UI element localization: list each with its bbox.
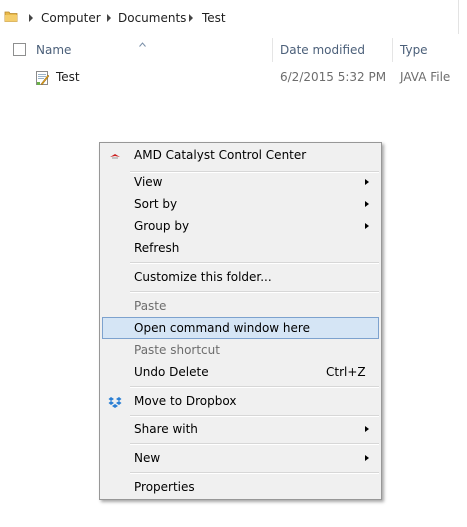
menu-item-share-with[interactable]: Share with — [102, 418, 379, 440]
menu-item-label: Sort by — [134, 197, 178, 211]
menu-item-label: Customize this folder... — [134, 270, 272, 284]
menu-item-view[interactable]: View — [102, 171, 379, 193]
folder-icon — [4, 9, 18, 26]
file-date-modified: 6/2/2015 5:32 PM — [280, 70, 387, 84]
menu-item-paste[interactable]: Paste — [102, 295, 379, 317]
menu-separator — [130, 291, 379, 293]
menu-item-shortcut: Ctrl+Z — [326, 365, 366, 379]
submenu-arrow-icon — [365, 179, 369, 185]
chevron-right-icon[interactable] — [29, 14, 33, 22]
menu-item-label: Move to Dropbox — [134, 394, 237, 408]
column-header-date-modified[interactable]: Date modified — [280, 42, 365, 58]
menu-item-customize-folder[interactable]: Customize this folder... — [102, 266, 379, 288]
submenu-arrow-icon — [365, 201, 369, 207]
menu-item-amd-catalyst[interactable]: AMD Catalyst Control Center — [102, 144, 379, 166]
file-name[interactable]: Test — [56, 70, 80, 84]
column-divider[interactable] — [272, 38, 273, 62]
sort-ascending-icon — [139, 36, 146, 50]
menu-item-label: Properties — [134, 480, 195, 494]
menu-item-label: View — [134, 175, 163, 189]
column-header-type[interactable]: Type — [400, 42, 428, 58]
menu-item-label: Open command window here — [134, 321, 310, 335]
menu-item-label: New — [134, 451, 161, 465]
menu-item-refresh[interactable]: Refresh — [102, 237, 379, 259]
dropbox-icon — [108, 394, 122, 416]
menu-separator — [130, 443, 379, 445]
breadcrumb-test[interactable]: Test — [202, 10, 226, 26]
breadcrumb-computer[interactable]: Computer — [41, 10, 101, 26]
amd-icon — [108, 148, 122, 170]
context-menu: AMD Catalyst Control Center View Sort by… — [99, 142, 382, 500]
file-row[interactable]: Test 6/2/2015 5:32 PM JAVA File — [0, 67, 467, 89]
column-header-name[interactable]: Name — [36, 42, 71, 58]
menu-item-label: Share with — [134, 422, 198, 436]
menu-item-move-to-dropbox[interactable]: Move to Dropbox — [102, 390, 379, 412]
menu-item-properties[interactable]: Properties — [102, 476, 379, 498]
chevron-right-icon[interactable] — [189, 14, 193, 22]
menu-item-undo-delete[interactable]: Undo Delete Ctrl+Z — [102, 361, 379, 383]
java-file-icon — [34, 70, 50, 89]
submenu-arrow-icon — [365, 426, 369, 432]
menu-item-label: Group by — [134, 219, 190, 233]
address-bar-divider — [458, 0, 459, 34]
menu-separator — [130, 415, 379, 417]
submenu-arrow-icon — [365, 223, 369, 229]
address-bar[interactable]: Computer Documents Test — [0, 0, 467, 34]
menu-item-paste-shortcut[interactable]: Paste shortcut — [102, 339, 379, 361]
select-all-checkbox[interactable] — [13, 43, 26, 56]
breadcrumb-documents[interactable]: Documents — [118, 10, 186, 26]
menu-separator — [130, 472, 379, 474]
menu-item-label: AMD Catalyst Control Center — [134, 148, 307, 162]
menu-item-sort-by[interactable]: Sort by — [102, 193, 379, 215]
submenu-arrow-icon — [365, 455, 369, 461]
menu-separator — [130, 386, 379, 388]
chevron-right-icon[interactable] — [107, 14, 111, 22]
column-divider[interactable] — [392, 38, 393, 62]
menu-item-label: Paste — [134, 299, 167, 313]
menu-separator — [130, 262, 379, 264]
file-type: JAVA File — [400, 70, 451, 84]
menu-item-open-command-window[interactable]: Open command window here — [102, 317, 379, 339]
menu-item-group-by[interactable]: Group by — [102, 215, 379, 237]
menu-item-label: Paste shortcut — [134, 343, 220, 357]
menu-item-label: Undo Delete — [134, 365, 209, 379]
menu-item-new[interactable]: New — [102, 447, 379, 469]
menu-item-label: Refresh — [134, 241, 180, 255]
